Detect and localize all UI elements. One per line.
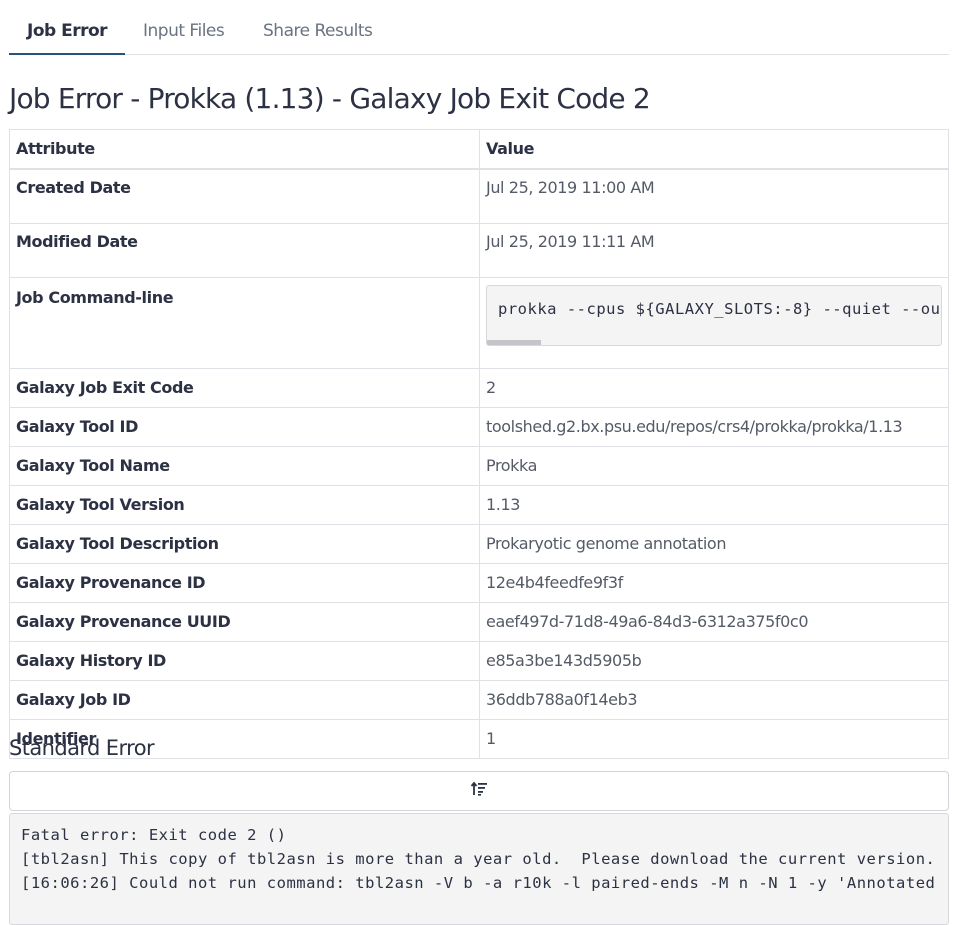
attribute-name: Galaxy Tool ID <box>9 407 480 447</box>
attribute-value: 1 <box>479 719 949 759</box>
sort-order-button[interactable] <box>9 771 949 811</box>
attribute-name: Galaxy Tool Description <box>9 524 480 564</box>
attribute-value: prokka --cpus ${GALAXY_SLOTS:-8} --quiet… <box>479 277 949 369</box>
table-row: Galaxy Provenance ID 12e4b4feedfe9f3f <box>9 563 949 603</box>
stderr-line: [tbl2asn] This copy of tbl2asn is more t… <box>21 850 936 868</box>
attribute-name: Galaxy Tool Name <box>9 446 480 486</box>
column-header-attribute: Attribute <box>9 129 480 170</box>
stderr-line: [16:06:26] Could not run command: tbl2as… <box>21 874 936 892</box>
tab-input-files[interactable]: Input Files <box>143 0 225 54</box>
page-title: Job Error - Prokka (1.13) - Galaxy Job E… <box>9 82 651 115</box>
tab-bar: Job Error Input Files Share Results <box>9 0 949 55</box>
attribute-name: Galaxy History ID <box>9 641 480 681</box>
table-row: Galaxy Job Exit Code 2 <box>9 368 949 408</box>
attribute-value: eaef497d-71d8-49a6-84d3-6312a375f0c0 <box>479 602 949 642</box>
attribute-name: Galaxy Job ID <box>9 680 480 720</box>
attribute-name: Galaxy Tool Version <box>9 485 480 525</box>
standard-error-heading: Standard Error <box>9 736 155 760</box>
table-row: Galaxy Tool Version 1.13 <box>9 485 949 525</box>
attribute-value: Jul 25, 2019 11:00 AM <box>479 168 949 224</box>
command-line-code-block[interactable]: prokka --cpus ${GALAXY_SLOTS:-8} --quiet… <box>486 285 942 346</box>
attribute-value: 12e4b4feedfe9f3f <box>479 563 949 603</box>
attribute-name: Galaxy Provenance ID <box>9 563 480 603</box>
tab-job-error[interactable]: Job Error <box>9 0 126 55</box>
attribute-name: Galaxy Provenance UUID <box>9 602 480 642</box>
table-row: Galaxy Tool Name Prokka <box>9 446 949 486</box>
attribute-name: Created Date <box>9 168 480 224</box>
attribute-name: Modified Date <box>9 223 480 278</box>
attribute-value: toolshed.g2.bx.psu.edu/repos/crs4/prokka… <box>479 407 949 447</box>
table-row: Galaxy History ID e85a3be143d5905b <box>9 641 949 681</box>
attribute-value: 36ddb788a0f14eb3 <box>479 680 949 720</box>
attribute-value: 2 <box>479 368 949 408</box>
sort-amount-icon <box>470 780 488 803</box>
table-row: Galaxy Tool ID toolshed.g2.bx.psu.edu/re… <box>9 407 949 447</box>
tab-share-results[interactable]: Share Results <box>263 0 373 54</box>
attribute-name: Galaxy Job Exit Code <box>9 368 480 408</box>
attribute-value: e85a3be143d5905b <box>479 641 949 681</box>
standard-error-output[interactable]: Fatal error: Exit code 2 () [tbl2asn] Th… <box>9 813 949 925</box>
table-header-row: Attribute Value <box>9 129 949 170</box>
job-error-page: Job Error Input Files Share Results Job … <box>9 0 949 925</box>
table-row: Galaxy Provenance UUID eaef497d-71d8-49a… <box>9 602 949 642</box>
table-row: Modified Date Jul 25, 2019 11:11 AM <box>9 223 949 278</box>
attribute-value: Prokaryotic genome annotation <box>479 524 949 564</box>
column-header-value: Value <box>479 129 949 170</box>
attribute-value: Prokka <box>479 446 949 486</box>
table-row: Created Date Jul 25, 2019 11:00 AM <box>9 168 949 224</box>
stderr-line: Fatal error: Exit code 2 () <box>21 826 287 844</box>
job-attributes-table: Attribute Value Created Date Jul 25, 201… <box>9 129 949 759</box>
attribute-name: Job Command-line <box>9 277 480 369</box>
table-row: Galaxy Tool Description Prokaryotic geno… <box>9 524 949 564</box>
attribute-value: 1.13 <box>479 485 949 525</box>
attribute-value: Jul 25, 2019 11:11 AM <box>479 223 949 278</box>
command-line-text: prokka --cpus ${GALAXY_SLOTS:-8} --quiet… <box>498 300 942 318</box>
table-row: Job Command-line prokka --cpus ${GALAXY_… <box>9 277 949 369</box>
horizontal-scrollbar[interactable] <box>487 340 541 345</box>
table-row: Galaxy Job ID 36ddb788a0f14eb3 <box>9 680 949 720</box>
